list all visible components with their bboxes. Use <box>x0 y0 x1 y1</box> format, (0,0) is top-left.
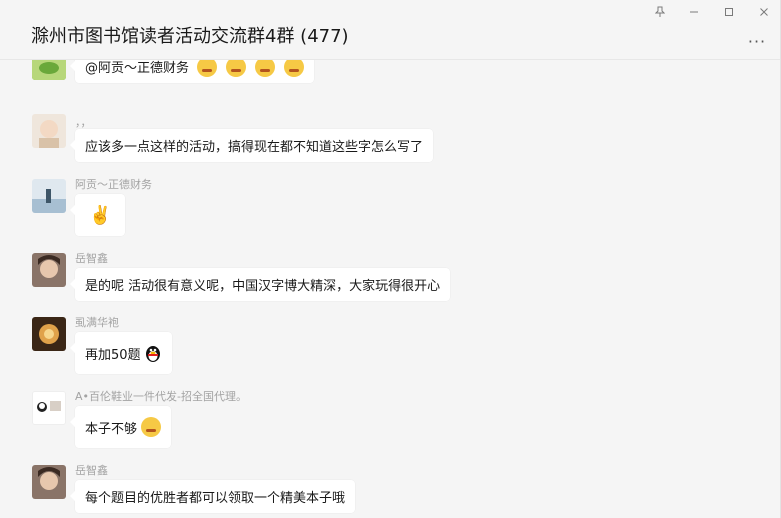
pin-icon[interactable] <box>650 3 670 21</box>
scrollbar[interactable] <box>776 60 780 518</box>
grimace-emoji <box>226 60 247 77</box>
avatar[interactable] <box>32 391 66 425</box>
message-bubble[interactable]: @阿贡～正德财务 <box>69 60 315 83</box>
chat-window: 滁州市图书馆读者活动交流群4群 (477) ··· @阿贡～正德财务 ，， 应该… <box>0 0 781 518</box>
avatar[interactable] <box>32 253 66 287</box>
avatar[interactable] <box>32 114 66 148</box>
chat-title: 滁州市图书馆读者活动交流群4群 (477) <box>31 26 349 47</box>
avatar[interactable] <box>32 179 66 213</box>
message-text: 再加50题 <box>85 347 141 363</box>
message-bubble[interactable]: ✌️ <box>69 194 126 236</box>
message-bubble[interactable]: 每个题目的优胜者都可以领取一个精美本子哦 <box>69 480 356 513</box>
penguin-emoji <box>145 346 160 362</box>
message-bubble[interactable]: 再加50题 <box>70 332 172 374</box>
victory-hand-emoji: ✌️ <box>89 204 112 226</box>
message-text: 应该多一点这样的活动，搞得现在都不知道这些字怎么写了 <box>85 140 424 155</box>
sender-name: ，， <box>75 116 92 129</box>
message-text: 每个题目的优胜者都可以领取一个精美本子哦 <box>85 491 346 506</box>
more-options-button[interactable]: ··· <box>747 32 767 51</box>
sender-name: A•百伦鞋业一件代发-招全国代理。 <box>75 390 247 403</box>
grimace-emoji <box>197 60 218 77</box>
minimize-button[interactable] <box>684 3 704 21</box>
avatar[interactable] <box>32 465 66 499</box>
avatar[interactable] <box>32 60 66 80</box>
close-button[interactable] <box>754 3 774 21</box>
message-bubble[interactable]: 应该多一点这样的活动，搞得现在都不知道这些字怎么写了 <box>69 129 434 162</box>
message-text: 是的呢 活动很有意义呢，中国汉字博大精深，大家玩得很开心 <box>85 279 441 294</box>
sender-name: 岳智鑫 <box>75 464 108 477</box>
message-text: @阿贡～正德财务 <box>85 61 190 76</box>
message-text: 本子不够 <box>85 421 138 437</box>
grimace-emoji <box>284 60 305 77</box>
maximize-button[interactable] <box>719 3 739 21</box>
sender-name: 阿贡～正德财务 <box>75 178 152 191</box>
sender-name: 虱满华袍 <box>75 316 119 329</box>
message-bubble[interactable]: 是的呢 活动很有意义呢，中国汉字博大精深，大家玩得很开心 <box>69 268 451 301</box>
grimace-emoji <box>255 60 276 77</box>
avatar[interactable] <box>32 317 66 351</box>
message-bubble[interactable]: 本子不够 <box>69 406 172 448</box>
message-list[interactable]: @阿贡～正德财务 ，， 应该多一点这样的活动，搞得现在都不知道这些字怎么写了 阿… <box>0 60 780 518</box>
chat-header: 滁州市图书馆读者活动交流群4群 (477) ··· <box>0 0 780 60</box>
sender-name: 岳智鑫 <box>75 252 108 265</box>
grimace-emoji <box>141 417 162 437</box>
